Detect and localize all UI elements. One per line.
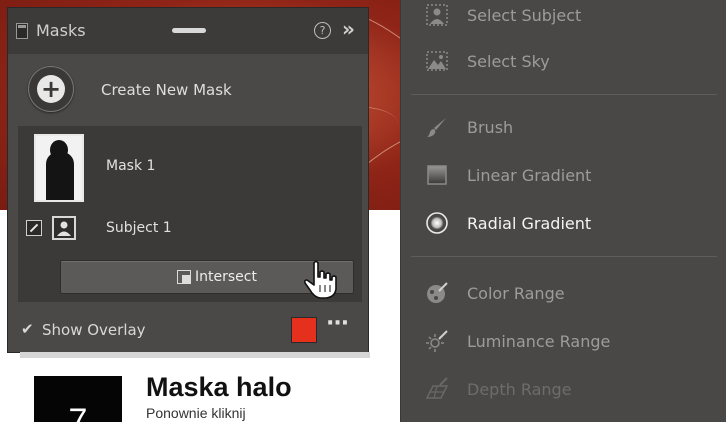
menu-item-select-sky[interactable]: Select Sky [401, 42, 726, 82]
select-subject-icon [426, 4, 448, 26]
help-icon[interactable]: ? [314, 22, 331, 39]
masks-panel-footer: ✔ Show Overlay ··· [8, 308, 368, 352]
menu-item-luminance-range[interactable]: Luminance Range [401, 322, 726, 362]
menu-separator [411, 256, 717, 257]
panel-shadow [20, 352, 370, 358]
depth-range-icon [425, 377, 449, 399]
show-overlay-label[interactable]: Show Overlay [42, 321, 146, 339]
mask-thumbnail[interactable] [34, 134, 84, 202]
overlay-color-swatch[interactable] [292, 318, 316, 342]
menu-item-color-range[interactable]: Color Range [401, 274, 726, 314]
menu-separator [411, 94, 717, 95]
menu-item-depth-range: Depth Range [401, 370, 726, 410]
create-new-mask-button[interactable] [28, 66, 74, 112]
masks-panel: Masks ? » Create New Mask Mask 1 Subject… [8, 8, 368, 352]
step-number: 7 [68, 402, 88, 422]
brush-icon [427, 118, 446, 137]
select-sky-icon [426, 51, 448, 71]
create-new-mask-label[interactable]: Create New Mask [101, 81, 232, 99]
more-options-icon[interactable]: ··· [326, 311, 349, 336]
mask-component-row[interactable]: Subject 1 [18, 214, 362, 244]
intersect-button-label: Intersect [195, 269, 257, 285]
panel-icon [16, 23, 28, 39]
masks-panel-title: Masks [36, 21, 86, 40]
add-mask-menu: Select Subject Select Sky Brush Linear G… [400, 0, 726, 422]
toggle-visibility-icon[interactable] [26, 220, 42, 236]
menu-item-radial-gradient[interactable]: Radial Gradient [401, 204, 726, 244]
article-step-title: Maska halo [146, 372, 292, 402]
show-overlay-checkbox[interactable]: ✔ [21, 320, 34, 338]
menu-item-select-subject[interactable]: Select Subject [401, 0, 726, 36]
masks-panel-header[interactable]: Masks ? » [8, 8, 368, 54]
mask-name[interactable]: Mask 1 [106, 158, 155, 174]
drag-handle[interactable] [172, 28, 206, 33]
radial-gradient-icon [426, 212, 448, 234]
linear-gradient-icon [427, 165, 447, 185]
article-step-text: Ponownie kliknij [146, 405, 246, 421]
collapse-panel-icon[interactable]: » [342, 17, 355, 41]
hand-cursor-icon [303, 260, 337, 299]
menu-item-brush[interactable]: Brush [401, 108, 726, 148]
intersect-icon [177, 270, 191, 284]
create-new-mask-row[interactable]: Create New Mask [8, 54, 368, 124]
step-number-box: 7 [34, 376, 122, 422]
select-subject-icon [52, 216, 76, 240]
menu-item-linear-gradient[interactable]: Linear Gradient [401, 156, 726, 196]
luminance-range-icon [426, 330, 448, 352]
color-range-icon [427, 282, 448, 303]
component-name[interactable]: Subject 1 [106, 220, 172, 236]
